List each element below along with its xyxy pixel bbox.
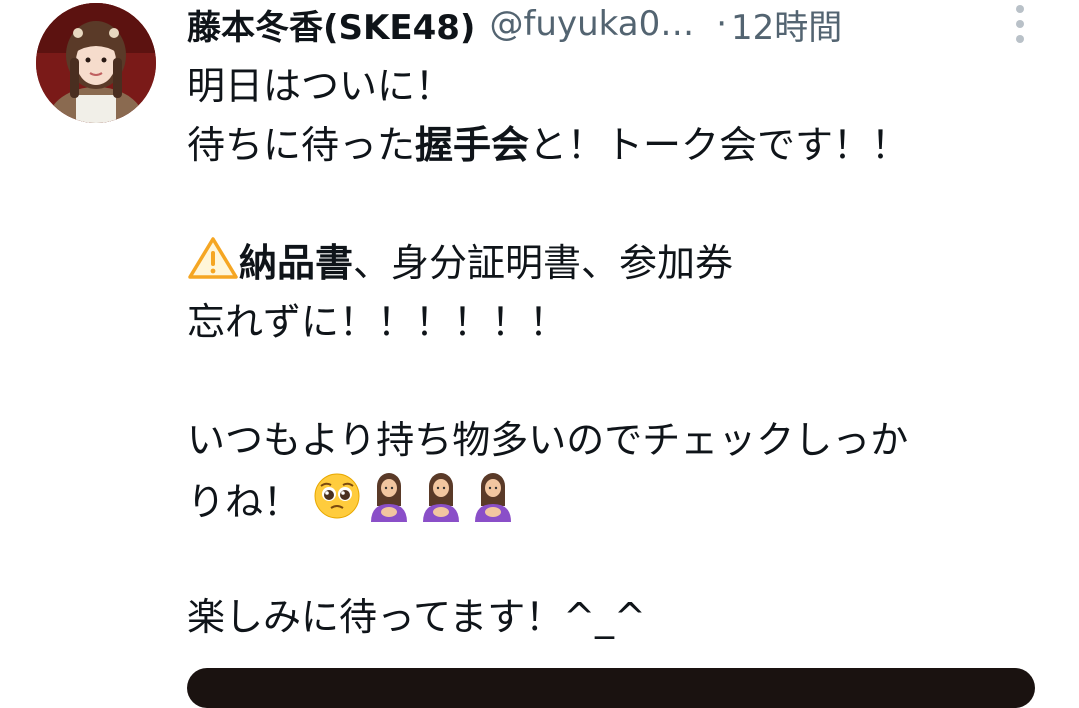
text-span: 、身分証明書、参加券 bbox=[353, 241, 734, 285]
text-line: いつもより持ち物多いのでチェックしっか bbox=[187, 411, 1047, 470]
woman-emoji-icon bbox=[469, 470, 517, 539]
text-span: 忘れずに！！！！！！ bbox=[187, 300, 568, 344]
text-span: 待ちに待った bbox=[187, 123, 416, 167]
woman-emoji-icon bbox=[365, 470, 413, 539]
tweet-text: 明日はついに！ 待ちに待った握手会と！トーク会です！！ 納品書、身分証明書、参加… bbox=[187, 57, 1047, 647]
text-span: 楽しみに待ってます！^_^ bbox=[187, 595, 646, 639]
text-span: いつもより持ち物多いのでチェックしっか bbox=[187, 418, 909, 462]
text-line: 忘れずに！！！！！！ bbox=[187, 293, 1047, 352]
text-span: と！トーク会です！！ bbox=[529, 123, 910, 167]
user-handle[interactable]: @fuyuka0… bbox=[489, 4, 694, 44]
more-vertical-icon[interactable] bbox=[1005, 2, 1035, 46]
avatar[interactable] bbox=[36, 3, 156, 123]
woman-emoji-icon bbox=[417, 470, 465, 539]
timestamp[interactable]: 12時間 bbox=[731, 0, 842, 49]
text-line: 明日はついに！ bbox=[187, 57, 1047, 116]
bold-text: 納品書 bbox=[239, 241, 354, 285]
separator-dot: · bbox=[716, 4, 728, 44]
text-line: 納品書、身分証明書、参加券 bbox=[187, 234, 1047, 293]
attached-media-image[interactable] bbox=[187, 668, 1035, 708]
bold-text: 握手会 bbox=[415, 123, 530, 167]
text-line: りね！ bbox=[187, 470, 1047, 529]
text-span: りね！ bbox=[187, 480, 302, 524]
display-name[interactable]: 藤本冬香(SKE48) bbox=[187, 0, 475, 49]
text-line: 楽しみに待ってます！^_^ bbox=[187, 588, 1047, 647]
warning-emoji-icon bbox=[187, 236, 239, 297]
text-line-1: 明日はついに！ bbox=[187, 64, 454, 108]
profile-photo-icon bbox=[36, 3, 156, 123]
pleading-face-emoji-icon bbox=[313, 472, 361, 537]
text-line: 待ちに待った握手会と！トーク会です！！ bbox=[187, 116, 1047, 175]
tweet-header: 藤本冬香(SKE48) @fuyuka0… · 12時間 bbox=[187, 0, 1007, 48]
